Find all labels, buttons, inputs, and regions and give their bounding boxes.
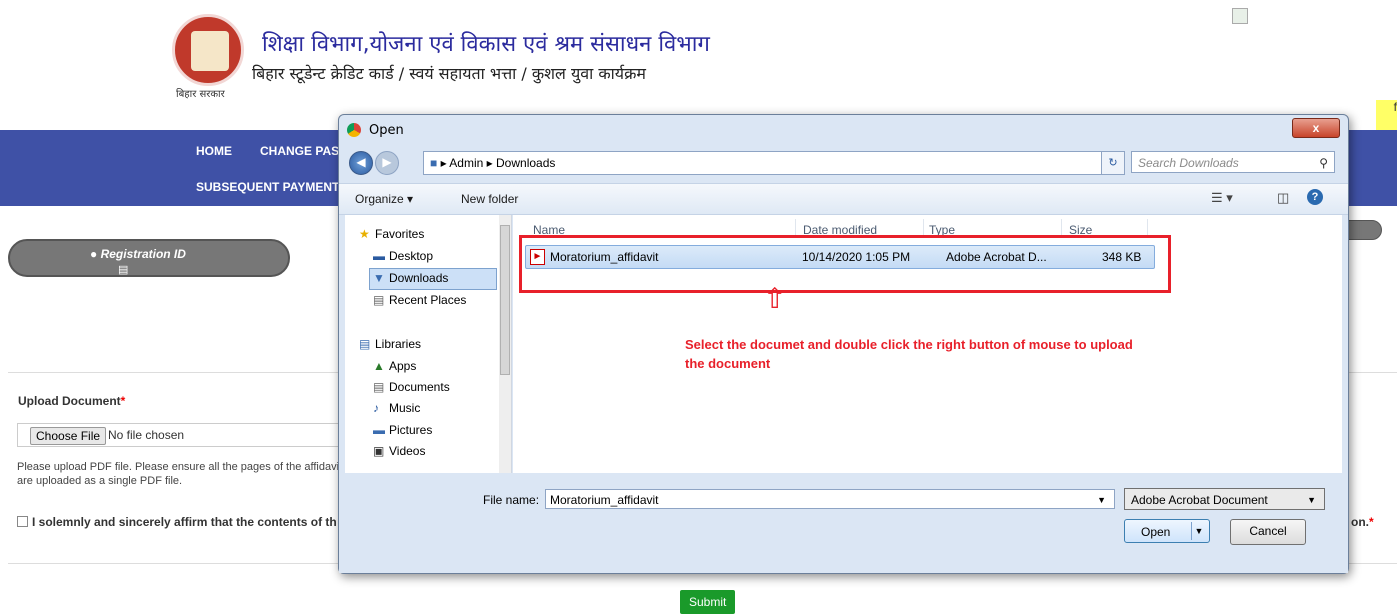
dialog-toolbar: Organize ▾ New folder ☰ ▾ ◫ ? bbox=[339, 183, 1348, 215]
search-input[interactable]: Search Downloads ⚲ bbox=[1131, 151, 1335, 173]
site-subtitle: बिहार स्टूडेन्ट क्रेडिट कार्ड / स्वयं सह… bbox=[252, 64, 646, 83]
search-icon[interactable]: ⚲ bbox=[1319, 152, 1328, 174]
star-icon: ★ bbox=[359, 227, 370, 241]
new-folder-button[interactable]: New folder bbox=[461, 192, 518, 206]
nav-item-music[interactable]: ♪ Music bbox=[373, 401, 420, 415]
recent-places-icon: ▤ bbox=[373, 293, 385, 307]
address-bar: ◀ ▶ ■ ▸ Admin ▸ Downloads ▼ ↻ Search Dow… bbox=[345, 149, 1342, 177]
videos-icon: ▣ bbox=[373, 444, 385, 458]
side-tab[interactable]: f bbox=[1376, 100, 1397, 130]
upload-help-text: Please upload PDF file. Please ensure al… bbox=[17, 461, 343, 487]
open-file-dialog: Open x ◀ ▶ ■ ▸ Admin ▸ Downloads ▼ ↻ Sea… bbox=[338, 114, 1349, 574]
open-button[interactable]: Open ▼ bbox=[1124, 519, 1210, 543]
no-file-text: No file chosen bbox=[108, 428, 185, 442]
breadcrumb[interactable]: ■ ▸ Admin ▸ Downloads ▼ bbox=[423, 151, 1125, 175]
nav-pane-scrollbar[interactable] bbox=[499, 215, 511, 473]
dialog-title: Open bbox=[369, 123, 404, 138]
nav-item-recent-places[interactable]: ▤ Recent Places bbox=[373, 293, 466, 307]
dialog-bottom-bar: File name: Moratorium_affidavit ▼ Adobe A… bbox=[339, 475, 1348, 573]
organize-menu[interactable]: Organize ▾ bbox=[355, 192, 413, 206]
nav-change-password[interactable]: CHANGE PAS bbox=[260, 144, 339, 158]
broken-image-icon bbox=[1232, 8, 1248, 24]
user-icon: ● bbox=[90, 247, 101, 261]
registration-id-badge: ● Registration ID ▤ bbox=[8, 239, 290, 277]
music-icon: ♪ bbox=[373, 401, 379, 415]
breadcrumb-admin[interactable]: Admin bbox=[449, 156, 483, 170]
documents-icon: ▤ bbox=[373, 380, 385, 394]
help-icon[interactable]: ? bbox=[1307, 189, 1323, 205]
file-name-label: File name: bbox=[483, 493, 540, 507]
submit-button[interactable]: Submit bbox=[680, 590, 736, 614]
annotation-arrow-icon: ⇧ bbox=[763, 283, 787, 314]
libraries-icon: ▤ bbox=[359, 337, 371, 351]
close-button[interactable]: x bbox=[1292, 118, 1340, 138]
chevron-down-icon[interactable]: ▼ bbox=[1307, 489, 1316, 511]
file-type-select[interactable]: Adobe Acrobat Document ▼ bbox=[1124, 488, 1325, 510]
nav-item-downloads[interactable]: ▼ Downloads bbox=[373, 271, 448, 285]
nav-item-pictures[interactable]: ▬ Pictures bbox=[373, 423, 432, 437]
nav-item-apps[interactable]: ▲ Apps bbox=[373, 359, 416, 373]
affirm-checkbox-row[interactable]: I solemnly and sincerely affirm that the… bbox=[17, 515, 337, 529]
nav-item-documents[interactable]: ▤ Documents bbox=[373, 380, 450, 394]
chrome-icon bbox=[347, 123, 361, 137]
navigation-pane: ★ Favorites ▬ Desktop ▼ Downloads ▤ Recent P… bbox=[345, 215, 512, 473]
file-input[interactable]: Choose File No file chosen bbox=[17, 423, 349, 447]
libraries-header[interactable]: ▤ Libraries bbox=[359, 337, 421, 351]
desktop-icon: ▬ bbox=[373, 249, 385, 263]
emblem-seal bbox=[172, 14, 244, 86]
emblem-caption: बिहार सरकार bbox=[176, 89, 225, 100]
folder-icon: ■ bbox=[430, 156, 438, 170]
favorites-header[interactable]: ★ Favorites bbox=[359, 227, 424, 241]
cancel-button[interactable]: Cancel bbox=[1230, 519, 1306, 545]
chevron-down-icon[interactable]: ▼ bbox=[1097, 490, 1106, 510]
scrollbar-thumb[interactable] bbox=[500, 225, 510, 375]
page-header: बिहार सरकार शिक्षा विभाग,योजना एवं विकास… bbox=[0, 0, 1397, 130]
nav-subsequent-payment[interactable]: SUBSEQUENT PAYMENT bbox=[196, 180, 339, 194]
upload-document-label: Upload Document* bbox=[18, 394, 126, 408]
choose-file-button[interactable]: Choose File bbox=[30, 427, 107, 445]
pictures-icon: ▬ bbox=[373, 423, 385, 437]
nav-home[interactable]: HOME bbox=[196, 144, 232, 158]
downloads-icon: ▼ bbox=[373, 271, 385, 285]
preview-pane-icon[interactable]: ◫ bbox=[1277, 190, 1289, 206]
nav-item-videos[interactable]: ▣ Videos bbox=[373, 444, 425, 458]
view-options-icon[interactable]: ☰ ▾ bbox=[1211, 190, 1233, 206]
forward-arrow-icon[interactable]: ▶ bbox=[375, 151, 399, 175]
file-name-input[interactable]: Moratorium_affidavit ▼ bbox=[545, 489, 1115, 509]
refresh-icon[interactable]: ↻ bbox=[1101, 151, 1125, 175]
registration-id-label: ● Registration ID bbox=[90, 247, 186, 261]
site-title: शिक्षा विभाग,योजना एवं विकास एवं श्रम सं… bbox=[262, 32, 710, 57]
breadcrumb-downloads[interactable]: Downloads bbox=[496, 156, 555, 170]
nav-item-desktop[interactable]: ▬ Desktop bbox=[373, 249, 433, 263]
annotation-instruction: Select the documet and double click the … bbox=[685, 337, 1133, 371]
apps-icon: ▲ bbox=[373, 359, 385, 373]
back-arrow-icon[interactable]: ◀ bbox=[349, 151, 373, 175]
affirm-text: I solemnly and sincerely affirm that the… bbox=[32, 515, 337, 529]
affirm-checkbox[interactable] bbox=[17, 516, 28, 527]
bihar-emblem-logo: बिहार सरकार bbox=[172, 14, 248, 100]
annotation-highlight-box bbox=[519, 235, 1171, 293]
open-split-dropdown-icon[interactable]: ▼ bbox=[1191, 522, 1206, 540]
briefcase-icon: ▤ bbox=[118, 264, 129, 276]
affirm-text-end: on.* bbox=[1351, 515, 1374, 529]
